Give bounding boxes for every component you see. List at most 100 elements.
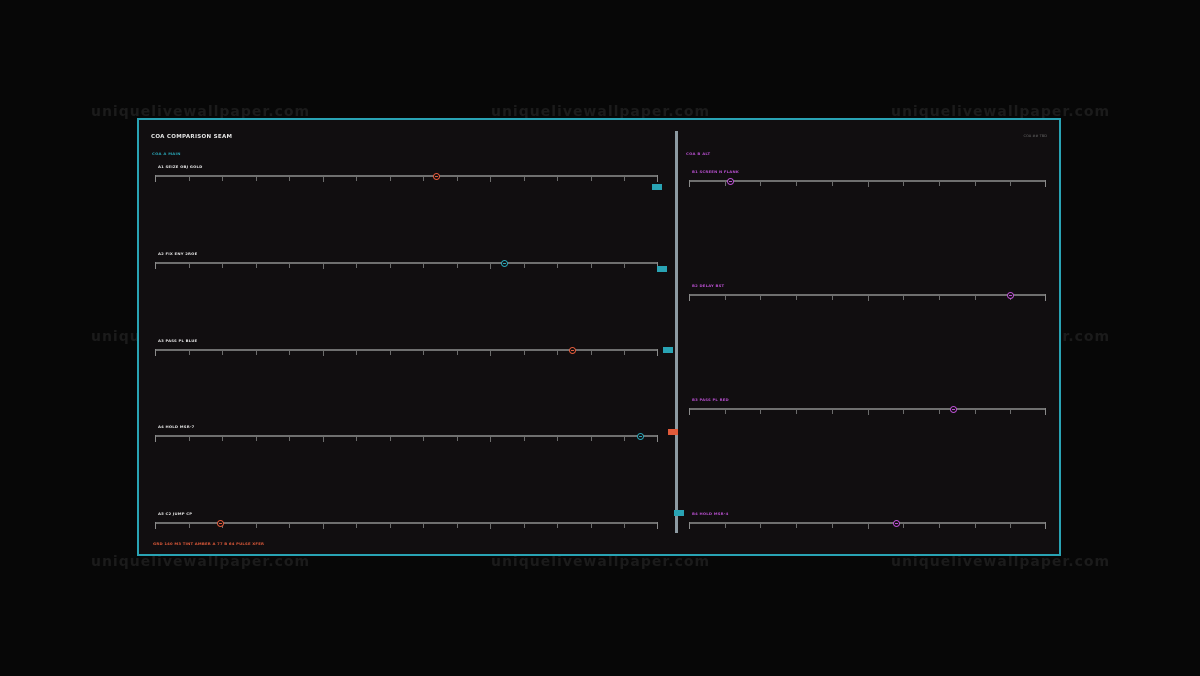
track-tick: [189, 264, 190, 268]
track-tick: [256, 437, 257, 441]
track-tick: [457, 264, 458, 268]
seam-marker[interactable]: [674, 510, 684, 516]
seam-marker[interactable]: [663, 347, 673, 353]
seam-marker[interactable]: [652, 184, 662, 190]
track-tick: [975, 524, 976, 528]
track-tick: [939, 296, 940, 300]
seam-marker[interactable]: [668, 429, 678, 435]
track-tick: [1010, 524, 1011, 528]
track-tick: [423, 264, 424, 268]
track-tick: [490, 524, 491, 529]
track-tick: [832, 410, 833, 414]
track-tick: [323, 437, 324, 442]
coa-comparison-panel: COA COMPARISON SEAM COA ## TBD COA A MAI…: [137, 118, 1061, 556]
track-label: B2 DELAY BST: [692, 283, 725, 288]
track-tick: [624, 177, 625, 181]
track-position-knob[interactable]: [568, 346, 576, 354]
track-tick: [423, 177, 424, 181]
track-tick: [591, 437, 592, 441]
track-tick: [189, 177, 190, 181]
left-coa-header: COA A MAIN: [152, 151, 181, 156]
track-tick: [289, 177, 290, 181]
track-position-knob[interactable]: [433, 172, 441, 180]
track-tick: [323, 177, 324, 182]
track-tick: [256, 524, 257, 528]
track-tick: [939, 182, 940, 186]
track-tick: [524, 524, 525, 528]
track-end-cap: [1045, 294, 1046, 301]
track-label: A3 PASS PL BLUE: [158, 338, 198, 343]
seam-marker[interactable]: [657, 266, 667, 272]
track-tick: [975, 182, 976, 186]
track-tick: [557, 524, 558, 528]
track-tick: [725, 182, 726, 186]
track-tick: [760, 182, 761, 186]
track-label: A2 FIX ENY 2ROE: [158, 251, 198, 256]
track-line: [155, 349, 658, 351]
track-tick: [903, 182, 904, 186]
track-line: [155, 522, 658, 524]
track-tick: [323, 351, 324, 356]
track-tick: [557, 177, 558, 181]
track-tick: [289, 351, 290, 355]
track-tick: [222, 351, 223, 355]
track-end-cap: [1045, 180, 1046, 187]
track-tick: [289, 437, 290, 441]
track-end-cap: [657, 175, 658, 182]
track-tick: [457, 351, 458, 355]
track-position-knob[interactable]: [726, 177, 734, 185]
track-line: [155, 262, 658, 264]
track-tick: [591, 351, 592, 355]
track-tick: [390, 264, 391, 268]
track-line: [155, 175, 658, 177]
track-tick: [796, 182, 797, 186]
track-tick: [760, 296, 761, 300]
track-tick: [490, 177, 491, 182]
track-position-knob[interactable]: [892, 519, 900, 527]
track-end-cap: [689, 294, 690, 301]
track-tick: [222, 437, 223, 441]
track-end-cap: [689, 408, 690, 415]
track-tick: [903, 524, 904, 528]
track-tick: [289, 524, 290, 528]
track-tick: [832, 524, 833, 528]
track-tick: [323, 264, 324, 269]
track-tick: [222, 264, 223, 268]
track-label: B3 PASS PL RED: [692, 397, 729, 402]
track-tick: [868, 524, 869, 529]
track-tick: [624, 351, 625, 355]
track-tick: [832, 182, 833, 186]
track-tick: [524, 437, 525, 441]
track-label: A1 SEIZE OBJ GOLD: [158, 164, 203, 169]
track-position-knob[interactable]: [501, 259, 509, 267]
track-tick: [557, 437, 558, 441]
track-line: [155, 435, 658, 437]
track-end-cap: [689, 522, 690, 529]
track-tick: [524, 351, 525, 355]
track-tick: [832, 296, 833, 300]
track-tick: [222, 177, 223, 181]
track-tick: [939, 410, 940, 414]
track-tick: [390, 177, 391, 181]
track-tick: [356, 437, 357, 441]
track-position-knob[interactable]: [949, 405, 957, 413]
track-tick: [423, 524, 424, 528]
track-tick: [356, 177, 357, 181]
track-tick: [423, 351, 424, 355]
track-tick: [796, 524, 797, 528]
watermark-text: uniquelivewallpaper.com: [891, 554, 1111, 570]
track-tick: [356, 351, 357, 355]
track-position-knob[interactable]: [636, 432, 644, 440]
comparison-seam-divider[interactable]: [675, 131, 678, 533]
track-end-cap: [155, 349, 156, 356]
track-position-knob[interactable]: [216, 519, 224, 527]
track-tick: [796, 410, 797, 414]
track-position-knob[interactable]: [1006, 291, 1014, 299]
track-label: A4 HOLD MSR-7: [158, 424, 195, 429]
track-tick: [490, 351, 491, 356]
track-tick: [725, 524, 726, 528]
track-tick: [390, 351, 391, 355]
track-tick: [624, 437, 625, 441]
track-end-cap: [155, 435, 156, 442]
track-tick: [591, 177, 592, 181]
